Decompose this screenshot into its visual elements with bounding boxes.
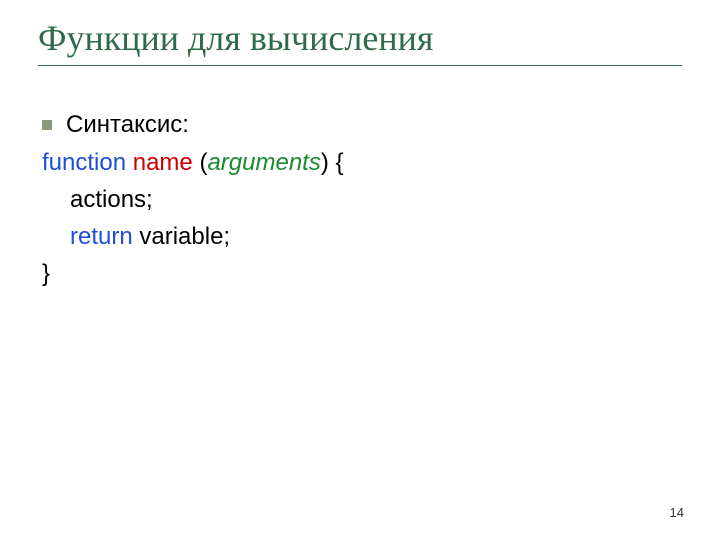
page-number: 14 — [670, 505, 684, 520]
code-line-1: function name (arguments) { — [42, 144, 682, 181]
code-actions: actions; — [70, 186, 153, 213]
code-variable: variable; — [139, 223, 230, 250]
brace-open: { — [336, 149, 344, 176]
code-line-4: } — [42, 255, 682, 292]
keyword-arguments: arguments — [207, 149, 320, 176]
keyword-name: name — [133, 149, 193, 176]
slide-title: Функции для вычисления — [38, 18, 682, 59]
square-bullet-icon — [42, 120, 52, 130]
slide: Функции для вычисления Синтаксис: functi… — [0, 0, 720, 540]
slide-body: Синтаксис: function name (arguments) { a… — [42, 106, 682, 292]
bullet-label: Синтаксис: — [66, 106, 189, 143]
code-line-3: return variable; — [42, 218, 682, 255]
keyword-function: function — [42, 149, 126, 176]
paren-close: ) — [321, 149, 329, 176]
title-underline — [38, 65, 682, 66]
brace-close: } — [42, 260, 50, 287]
keyword-return: return — [70, 223, 133, 250]
bullet-item: Синтаксис: — [42, 106, 682, 143]
code-line-2: actions; — [42, 181, 682, 218]
